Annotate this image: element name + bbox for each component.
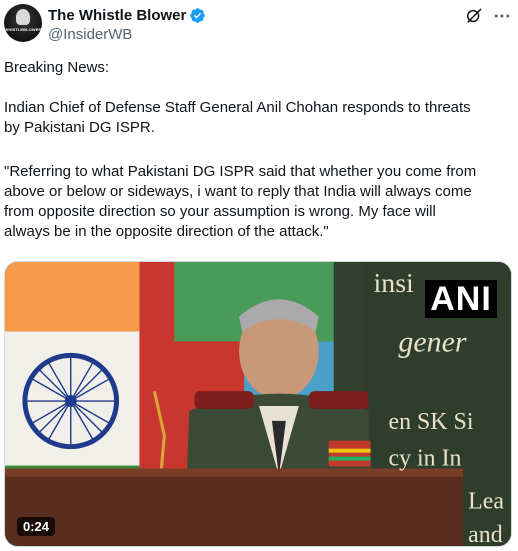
post-header: WHISTLEBLOWER The Whistle Blower @Inside… (4, 4, 514, 44)
grok-icon[interactable] (464, 6, 484, 26)
backdrop-text-6: and (468, 522, 503, 546)
tweet-post: WHISTLEBLOWER The Whistle Blower @Inside… (0, 0, 518, 551)
avatar[interactable]: WHISTLEBLOWER (4, 4, 42, 42)
author-names: The Whistle Blower @InsiderWB (48, 5, 206, 43)
backdrop-text-1: insi (374, 268, 415, 299)
avatar-logo-text: WHISTLEBLOWER (4, 27, 42, 32)
backdrop-text-5: Lea (468, 488, 504, 514)
verified-badge-icon (190, 7, 206, 23)
video-duration-badge: 0:24 (17, 517, 56, 536)
display-name[interactable]: The Whistle Blower (48, 7, 186, 24)
display-name-row: The Whistle Blower (48, 5, 206, 25)
video-player[interactable]: insi gener en SK Si cy in In Lea and ANI… (4, 261, 512, 547)
ani-watermark-logo: ANI (425, 280, 497, 318)
backdrop-text-4: cy in In (388, 446, 461, 472)
backdrop-text-3: en SK Si (388, 409, 473, 435)
author-handle[interactable]: @InsiderWB (48, 26, 206, 43)
post-text-quote: "Referring to what Pakistani DG ISPR sai… (4, 163, 477, 240)
backdrop-text-2: gener (398, 325, 466, 358)
post-text-line2: Indian Chief of Defense Staff General An… (4, 99, 471, 136)
post-text-line1: Breaking News: (4, 59, 110, 76)
more-options-icon[interactable] (492, 6, 512, 26)
avatar-figure (16, 9, 30, 25)
